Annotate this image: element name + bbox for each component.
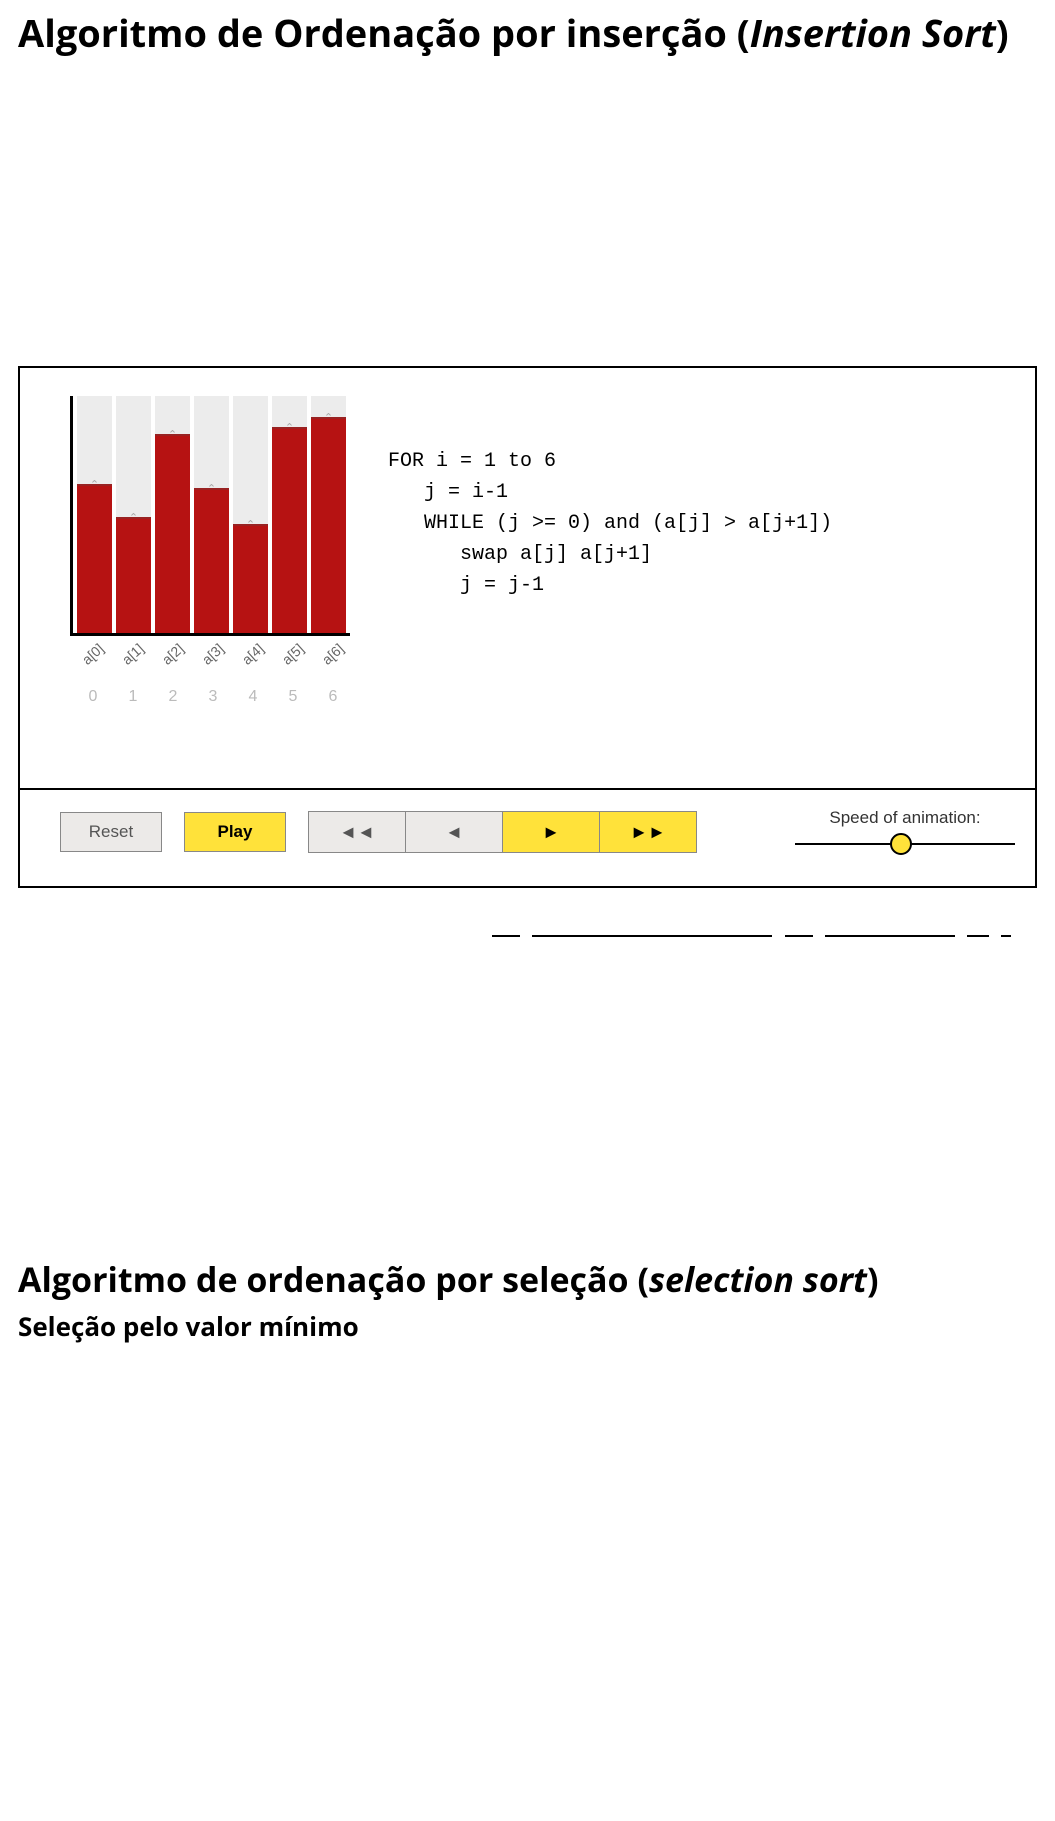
bar-handle-icon[interactable]: ⌃ [246, 517, 255, 532]
bar-slot[interactable]: ⌃ [116, 396, 151, 633]
dash-segment [492, 935, 520, 937]
title-close: ) [996, 7, 1009, 59]
dash-segment [532, 935, 772, 937]
code-line: WHILE (j >= 0) and (a[j] > a[j+1]) [388, 512, 832, 535]
bar-fill: ⌃ [116, 517, 151, 633]
axis-category: a[3] [199, 640, 227, 668]
title-text: Algoritmo de Ordenação por inserção ( [18, 7, 750, 59]
speed-control: Speed of animation: [795, 808, 1015, 856]
step-forward-button[interactable]: ► [503, 811, 600, 853]
axis-index: 4 [233, 688, 273, 706]
axis-index: 3 [193, 688, 233, 706]
bar-fill: ⌃ [77, 484, 112, 633]
dash-row [18, 924, 1011, 946]
axis-category: a[2] [159, 640, 187, 668]
speed-slider[interactable] [795, 832, 1015, 856]
bar-fill: ⌃ [233, 524, 268, 633]
bar-slot[interactable]: ⌃ [155, 396, 190, 633]
bar-slot[interactable]: ⌃ [272, 396, 307, 633]
axis-index: 6 [313, 688, 353, 706]
bar-slot[interactable]: ⌃ [311, 396, 346, 633]
bar-fill: ⌃ [272, 427, 307, 633]
speed-label: Speed of animation: [795, 808, 1015, 828]
bar-chart: ⌃⌃⌃⌃⌃⌃⌃ [70, 396, 350, 636]
bar-slot[interactable]: ⌃ [77, 396, 112, 633]
bar-handle-icon[interactable]: ⌃ [90, 477, 99, 492]
title-italic: selection sort [649, 1256, 867, 1302]
spacer [18, 946, 1037, 1256]
dash-segment [825, 935, 955, 937]
pseudocode: FOR i = 1 to 6 j = i-1 WHILE (j >= 0) an… [388, 446, 1007, 601]
code-line: FOR i = 1 to 6 [388, 450, 556, 473]
insertion-sort-demo: ⌃⌃⌃⌃⌃⌃⌃ a[0]a[1]a[2]a[3]a[4]a[5]a[6] 012… [18, 366, 1037, 888]
selection-subheading: Seleção pelo valor mínimo [18, 1308, 1037, 1344]
chart-column: ⌃⌃⌃⌃⌃⌃⌃ a[0]a[1]a[2]a[3]a[4]a[5]a[6] 012… [70, 396, 370, 724]
title-italic: Insertion Sort [750, 7, 996, 59]
code-line: j = i-1 [388, 481, 508, 504]
step-back-button[interactable]: ◄ [406, 811, 503, 853]
spacer [18, 86, 1037, 366]
axis-index: 5 [273, 688, 313, 706]
demo-main: ⌃⌃⌃⌃⌃⌃⌃ a[0]a[1]a[2]a[3]a[4]a[5]a[6] 012… [20, 368, 1035, 788]
step-forward-fast-button[interactable]: ►► [600, 811, 697, 853]
axis-index-labels: 0123456 [73, 664, 353, 706]
dash-segment [785, 935, 813, 937]
bar-handle-icon[interactable]: ⌃ [129, 510, 138, 525]
bar-fill: ⌃ [194, 488, 229, 632]
pseudocode-panel: FOR i = 1 to 6 j = i-1 WHILE (j >= 0) an… [370, 396, 1007, 724]
axis-index: 0 [73, 688, 113, 706]
bar-handle-icon[interactable]: ⌃ [168, 427, 177, 442]
step-back-fast-button[interactable]: ◄◄ [308, 811, 406, 853]
bar-fill: ⌃ [311, 417, 346, 632]
dash-segment [967, 935, 989, 937]
bar-handle-icon[interactable]: ⌃ [285, 420, 294, 435]
axis-category: a[6] [319, 640, 347, 668]
axis-category-labels: a[0]a[1]a[2]a[3]a[4]a[5]a[6] [73, 636, 353, 664]
step-button-group: ◄◄ ◄ ► ►► [308, 811, 697, 853]
title-text: Algoritmo de ordenação por seleção ( [18, 1256, 649, 1302]
bar-slot[interactable]: ⌃ [194, 396, 229, 633]
code-line: j = j-1 [388, 574, 544, 597]
controls-bar: Reset Play ◄◄ ◄ ► ►► Speed of animation: [20, 788, 1035, 886]
bar-fill: ⌃ [155, 434, 190, 633]
page-title-selection: Algoritmo de ordenação por seleção (sele… [18, 1256, 1037, 1302]
slider-thumb[interactable] [890, 833, 912, 855]
page-title-insertion: Algoritmo de Ordenação por inserção (Ins… [18, 10, 1037, 58]
bar-handle-icon[interactable]: ⌃ [207, 481, 216, 496]
reset-button[interactable]: Reset [60, 812, 162, 852]
axis-index: 1 [113, 688, 153, 706]
axis-category: a[4] [239, 640, 267, 668]
dash-segment [1001, 935, 1011, 937]
title-close: ) [867, 1256, 879, 1302]
axis-index: 2 [153, 688, 193, 706]
axis-category: a[5] [279, 640, 307, 668]
play-button[interactable]: Play [184, 812, 286, 852]
code-line: swap a[j] a[j+1] [388, 543, 652, 566]
axis-category: a[1] [119, 640, 147, 668]
axis-category: a[0] [79, 640, 107, 668]
bar-handle-icon[interactable]: ⌃ [324, 410, 333, 425]
bar-slot[interactable]: ⌃ [233, 396, 268, 633]
